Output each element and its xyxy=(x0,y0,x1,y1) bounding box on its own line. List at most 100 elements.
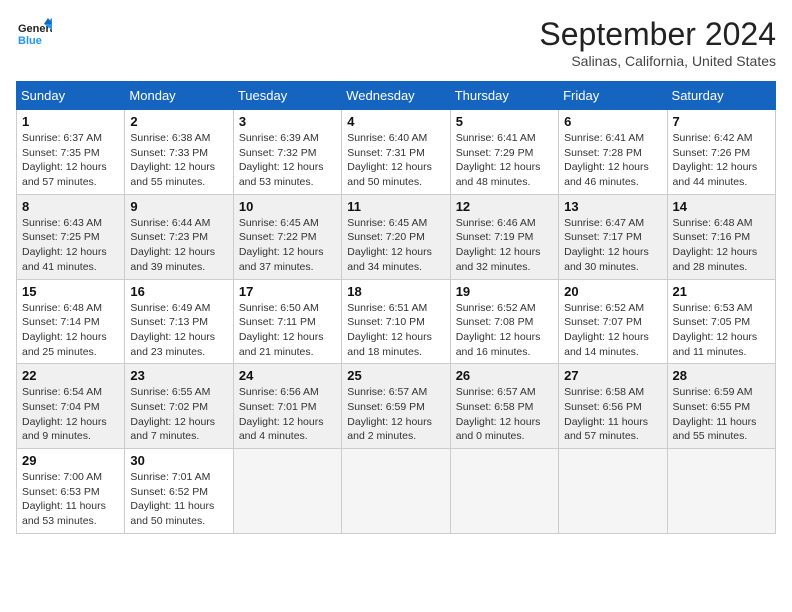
day-number: 15 xyxy=(22,284,119,299)
calendar-cell: 7 Sunrise: 6:42 AMSunset: 7:26 PMDaylight… xyxy=(667,110,775,195)
column-header-thursday: Thursday xyxy=(450,82,558,110)
calendar-cell: 19Sunrise: 6:52 AMSunset: 7:08 PMDayligh… xyxy=(450,279,558,364)
column-header-sunday: Sunday xyxy=(17,82,125,110)
calendar-cell: 13 Sunrise: 6:47 AMSunset: 7:17 PMDayligh… xyxy=(559,194,667,279)
day-info: Sunrise: 6:59 AMSunset: 6:55 PMDaylight:… xyxy=(673,385,770,444)
column-header-tuesday: Tuesday xyxy=(233,82,341,110)
day-info: Sunrise: 6:53 AMSunset: 7:05 PMDaylight:… xyxy=(673,301,770,360)
calendar-cell xyxy=(559,449,667,534)
day-info: Sunrise: 6:39 AMSunset: 7:32 PMDaylight:… xyxy=(239,131,336,190)
day-info: Sunrise: 6:48 AMSunset: 7:14 PMDaylight:… xyxy=(22,301,119,360)
day-number: 18 xyxy=(347,284,444,299)
day-info: Sunrise: 6:58 AMSunset: 6:56 PMDaylight:… xyxy=(564,385,661,444)
day-number: 19 xyxy=(456,284,553,299)
day-info: Sunrise: 6:55 AMSunset: 7:02 PMDaylight:… xyxy=(130,385,227,444)
day-info: Sunrise: 6:52 AMSunset: 7:07 PMDaylight:… xyxy=(564,301,661,360)
title-area: September 2024 Salinas, California, Unit… xyxy=(539,16,776,69)
day-number: 5 xyxy=(456,114,553,129)
day-info: Sunrise: 6:38 AMSunset: 7:33 PMDaylight:… xyxy=(130,131,227,190)
calendar-cell: 1 Sunrise: 6:37 AMSunset: 7:35 PMDaylight… xyxy=(17,110,125,195)
calendar-table: SundayMondayTuesdayWednesdayThursdayFrid… xyxy=(16,81,776,534)
calendar-header-row: SundayMondayTuesdayWednesdayThursdayFrid… xyxy=(17,82,776,110)
day-number: 11 xyxy=(347,199,444,214)
calendar-cell: 11 Sunrise: 6:45 AMSunset: 7:20 PMDayligh… xyxy=(342,194,450,279)
day-number: 3 xyxy=(239,114,336,129)
day-number: 25 xyxy=(347,368,444,383)
calendar-cell: 24Sunrise: 6:56 AMSunset: 7:01 PMDayligh… xyxy=(233,364,341,449)
column-header-saturday: Saturday xyxy=(667,82,775,110)
day-info: Sunrise: 6:44 AMSunset: 7:23 PMDaylight:… xyxy=(130,216,227,275)
calendar-cell: 14 Sunrise: 6:48 AMSunset: 7:16 PMDayligh… xyxy=(667,194,775,279)
day-info: Sunrise: 6:46 AMSunset: 7:19 PMDaylight:… xyxy=(456,216,553,275)
day-info: Sunrise: 6:49 AMSunset: 7:13 PMDaylight:… xyxy=(130,301,227,360)
day-info: Sunrise: 6:41 AMSunset: 7:29 PMDaylight:… xyxy=(456,131,553,190)
day-number: 24 xyxy=(239,368,336,383)
day-number: 23 xyxy=(130,368,227,383)
logo-icon: General Blue xyxy=(16,16,52,52)
calendar-week-row: 1 Sunrise: 6:37 AMSunset: 7:35 PMDaylight… xyxy=(17,110,776,195)
calendar-cell: 10Sunrise: 6:45 AMSunset: 7:22 PMDayligh… xyxy=(233,194,341,279)
calendar-week-row: 15 Sunrise: 6:48 AMSunset: 7:14 PMDayligh… xyxy=(17,279,776,364)
day-number: 2 xyxy=(130,114,227,129)
day-info: Sunrise: 6:48 AMSunset: 7:16 PMDaylight:… xyxy=(673,216,770,275)
calendar-week-row: 8 Sunrise: 6:43 AMSunset: 7:25 PMDaylight… xyxy=(17,194,776,279)
day-number: 10 xyxy=(239,199,336,214)
day-number: 4 xyxy=(347,114,444,129)
calendar-cell: 21 Sunrise: 6:53 AMSunset: 7:05 PMDayligh… xyxy=(667,279,775,364)
calendar-cell: 25 Sunrise: 6:57 AMSunset: 6:59 PMDayligh… xyxy=(342,364,450,449)
calendar-cell xyxy=(233,449,341,534)
day-number: 8 xyxy=(22,199,119,214)
day-info: Sunrise: 7:01 AMSunset: 6:52 PMDaylight:… xyxy=(130,470,227,529)
calendar-cell: 22 Sunrise: 6:54 AMSunset: 7:04 PMDayligh… xyxy=(17,364,125,449)
calendar-cell: 15 Sunrise: 6:48 AMSunset: 7:14 PMDayligh… xyxy=(17,279,125,364)
day-number: 12 xyxy=(456,199,553,214)
calendar-cell: 16 Sunrise: 6:49 AMSunset: 7:13 PMDayligh… xyxy=(125,279,233,364)
day-info: Sunrise: 6:54 AMSunset: 7:04 PMDaylight:… xyxy=(22,385,119,444)
calendar-cell: 29Sunrise: 7:00 AMSunset: 6:53 PMDayligh… xyxy=(17,449,125,534)
calendar-cell: 5 Sunrise: 6:41 AMSunset: 7:29 PMDaylight… xyxy=(450,110,558,195)
calendar-cell: 9 Sunrise: 6:44 AMSunset: 7:23 PMDaylight… xyxy=(125,194,233,279)
calendar-cell: 6 Sunrise: 6:41 AMSunset: 7:28 PMDaylight… xyxy=(559,110,667,195)
day-number: 29 xyxy=(22,453,119,468)
calendar-cell: 4Sunrise: 6:40 AMSunset: 7:31 PMDaylight… xyxy=(342,110,450,195)
calendar-week-row: 29Sunrise: 7:00 AMSunset: 6:53 PMDayligh… xyxy=(17,449,776,534)
day-number: 21 xyxy=(673,284,770,299)
svg-text:Blue: Blue xyxy=(18,35,42,47)
day-number: 27 xyxy=(564,368,661,383)
column-header-wednesday: Wednesday xyxy=(342,82,450,110)
day-info: Sunrise: 6:37 AMSunset: 7:35 PMDaylight:… xyxy=(22,131,119,190)
day-info: Sunrise: 6:43 AMSunset: 7:25 PMDaylight:… xyxy=(22,216,119,275)
calendar-cell: 3 Sunrise: 6:39 AMSunset: 7:32 PMDaylight… xyxy=(233,110,341,195)
day-info: Sunrise: 6:47 AMSunset: 7:17 PMDaylight:… xyxy=(564,216,661,275)
calendar-cell: 28Sunrise: 6:59 AMSunset: 6:55 PMDayligh… xyxy=(667,364,775,449)
calendar-cell: 18Sunrise: 6:51 AMSunset: 7:10 PMDayligh… xyxy=(342,279,450,364)
location: Salinas, California, United States xyxy=(539,53,776,69)
day-number: 26 xyxy=(456,368,553,383)
day-number: 17 xyxy=(239,284,336,299)
day-info: Sunrise: 6:57 AMSunset: 6:59 PMDaylight:… xyxy=(347,385,444,444)
day-number: 20 xyxy=(564,284,661,299)
day-number: 7 xyxy=(673,114,770,129)
calendar-cell: 17 Sunrise: 6:50 AMSunset: 7:11 PMDayligh… xyxy=(233,279,341,364)
month-title: September 2024 xyxy=(539,16,776,53)
column-header-monday: Monday xyxy=(125,82,233,110)
day-number: 13 xyxy=(564,199,661,214)
calendar-cell xyxy=(450,449,558,534)
calendar-cell: 23 Sunrise: 6:55 AMSunset: 7:02 PMDayligh… xyxy=(125,364,233,449)
day-number: 14 xyxy=(673,199,770,214)
day-info: Sunrise: 6:50 AMSunset: 7:11 PMDaylight:… xyxy=(239,301,336,360)
calendar-cell xyxy=(342,449,450,534)
calendar-cell: 27 Sunrise: 6:58 AMSunset: 6:56 PMDayligh… xyxy=(559,364,667,449)
day-number: 16 xyxy=(130,284,227,299)
day-info: Sunrise: 6:41 AMSunset: 7:28 PMDaylight:… xyxy=(564,131,661,190)
day-number: 22 xyxy=(22,368,119,383)
page-header: General Blue September 2024 Salinas, Cal… xyxy=(16,16,776,69)
calendar-week-row: 22 Sunrise: 6:54 AMSunset: 7:04 PMDayligh… xyxy=(17,364,776,449)
calendar-cell: 30Sunrise: 7:01 AMSunset: 6:52 PMDayligh… xyxy=(125,449,233,534)
day-number: 1 xyxy=(22,114,119,129)
day-number: 6 xyxy=(564,114,661,129)
day-number: 9 xyxy=(130,199,227,214)
day-info: Sunrise: 6:45 AMSunset: 7:20 PMDaylight:… xyxy=(347,216,444,275)
day-info: Sunrise: 6:42 AMSunset: 7:26 PMDaylight:… xyxy=(673,131,770,190)
day-info: Sunrise: 6:57 AMSunset: 6:58 PMDaylight:… xyxy=(456,385,553,444)
